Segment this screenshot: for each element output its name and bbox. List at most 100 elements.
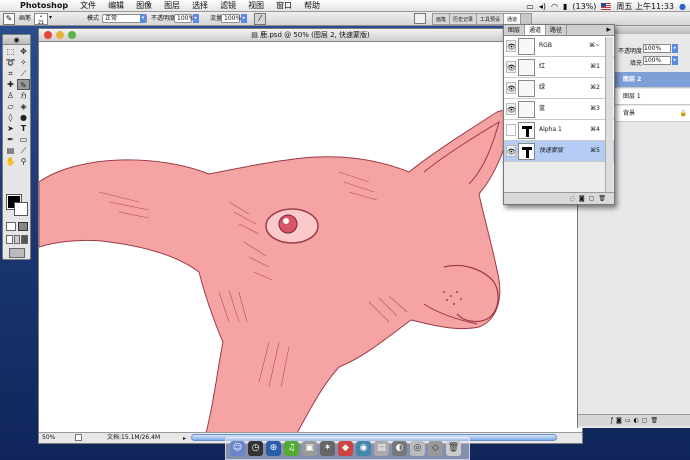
mode-select[interactable]: 正常 ▾	[102, 14, 147, 23]
opacity-slider-arrow-icon[interactable]: ▸	[193, 14, 199, 23]
zoom-icon[interactable]: ⚲	[17, 156, 30, 167]
apple-menu-icon[interactable]	[0, 0, 16, 12]
well-tab-history[interactable]: 历史记录	[450, 14, 478, 24]
magic-wand-icon[interactable]: ✧	[17, 57, 30, 68]
menu-help[interactable]: 帮助	[298, 0, 326, 12]
menu-image[interactable]: 图像	[130, 0, 158, 12]
marquee-icon[interactable]: ⬚	[4, 46, 17, 57]
channel-row-red[interactable]: 👁 红 ⌘1	[504, 57, 614, 78]
channel-row-green[interactable]: 👁 绿 ⌘2	[504, 78, 614, 99]
eye-icon[interactable]: 👁	[506, 40, 516, 52]
minimize-button[interactable]	[56, 31, 64, 39]
channels-scrollbar[interactable]	[605, 37, 613, 192]
app-icon[interactable]: ◐	[392, 441, 407, 456]
menu-view[interactable]: 视图	[242, 0, 270, 12]
well-tab-channels[interactable]: 通道	[504, 14, 522, 24]
screen-mode-icon[interactable]	[6, 235, 29, 244]
brush-picker-arrow-icon[interactable]: ▾	[49, 14, 52, 21]
channel-row-blue[interactable]: 👁 蓝 ⌘3	[504, 99, 614, 120]
clock-icon[interactable]: ◷	[248, 441, 263, 456]
hand-icon[interactable]: ✋	[4, 156, 17, 167]
eye-icon[interactable]: 👁	[506, 145, 516, 157]
pen-icon[interactable]: ✒	[4, 134, 17, 145]
finder-icon[interactable]: ☺	[230, 441, 245, 456]
delete-channel-icon[interactable]: 🗑	[598, 195, 606, 202]
tab-channels[interactable]: 通道	[525, 25, 547, 35]
menu-edit[interactable]: 编辑	[102, 0, 130, 12]
eye-icon[interactable]: 👁	[506, 103, 516, 115]
app-icon[interactable]: ▤	[374, 441, 389, 456]
shape-icon[interactable]: ▭	[17, 134, 30, 145]
tab-layers[interactable]: 图层	[504, 25, 526, 35]
stamp-icon[interactable]: ♙	[4, 90, 17, 101]
airbrush-icon[interactable]: ⁄	[254, 13, 266, 25]
healing-icon[interactable]: ✚	[4, 79, 17, 90]
layer-mask-icon[interactable]: ◙	[616, 417, 622, 424]
brush-preset-picker[interactable]: • 21	[34, 13, 48, 26]
bucket-icon[interactable]: ◈	[17, 101, 30, 112]
jump-to-imageready-icon[interactable]	[9, 248, 25, 258]
well-tab-brushes[interactable]: 画笔	[433, 14, 451, 24]
blur-icon[interactable]: ◊	[4, 112, 17, 123]
path-select-icon[interactable]: ➤	[4, 123, 17, 134]
clock[interactable]: 周五 上午11:33	[616, 1, 674, 12]
opacity-input[interactable]: 100%	[174, 14, 194, 23]
layer-fill-arrow-icon[interactable]: ▸	[672, 56, 678, 65]
tab-paths[interactable]: 路径	[546, 25, 568, 35]
eye-hidden-icon[interactable]	[506, 124, 516, 136]
flow-input[interactable]: 100%	[221, 14, 241, 23]
image-canvas[interactable]	[39, 42, 582, 433]
iphoto-icon[interactable]: ▣	[302, 441, 317, 456]
eyedropper-icon[interactable]: ⟋	[17, 145, 30, 156]
app-icon[interactable]: ◉	[356, 441, 371, 456]
history-brush-icon[interactable]: ℌ	[17, 90, 30, 101]
volume-icon[interactable]: ◂)	[539, 2, 546, 11]
delete-layer-icon[interactable]: 🗑	[650, 417, 658, 424]
file-browser-icon[interactable]	[414, 13, 426, 24]
close-button[interactable]	[44, 31, 52, 39]
move-icon[interactable]: ✥	[17, 46, 30, 57]
zoom-button[interactable]	[68, 31, 76, 39]
layer-opacity-input[interactable]: 100%	[643, 44, 671, 53]
brush-icon[interactable]: ✎	[17, 79, 30, 90]
channel-row-rgb[interactable]: 👁 RGB ⌘~	[504, 36, 614, 57]
trash-icon[interactable]: 🗑	[446, 441, 461, 456]
spotlight-icon[interactable]: ●	[679, 2, 686, 11]
standard-mode-icon[interactable]	[6, 222, 16, 231]
save-selection-icon[interactable]: ◙	[579, 195, 585, 202]
document-titlebar[interactable]: ▤ 鹿.psd @ 50% (图层 2, 快速蒙版)	[39, 29, 582, 42]
crop-icon[interactable]: ⌗	[4, 68, 17, 79]
flag-icon[interactable]	[601, 2, 612, 10]
toolbox-header[interactable]: ◉	[3, 35, 30, 45]
app-icon[interactable]: ◇	[428, 441, 443, 456]
channel-row-quick-mask[interactable]: 👁 快速蒙版 ⌘5	[504, 141, 614, 162]
menu-filter[interactable]: 滤镜	[214, 0, 242, 12]
wifi-icon[interactable]: ◠	[551, 2, 558, 11]
zoom-level[interactable]: 50%	[42, 433, 55, 443]
menu-select[interactable]: 选择	[186, 0, 214, 12]
layer-fill-input[interactable]: 100%	[643, 56, 671, 65]
layer-set-icon[interactable]: ▭	[625, 417, 631, 424]
flow-slider-arrow-icon[interactable]: ▸	[241, 14, 247, 23]
palette-menu-icon[interactable]: ▸	[606, 25, 614, 35]
channel-row-alpha[interactable]: Alpha 1 ⌘4	[504, 120, 614, 141]
menu-window[interactable]: 窗口	[270, 0, 298, 12]
menu-layer[interactable]: 图层	[158, 0, 186, 12]
safari-icon[interactable]: ⊕	[266, 441, 281, 456]
load-selection-icon[interactable]: ◌	[570, 195, 575, 202]
menu-file[interactable]: 文件	[74, 0, 102, 12]
status-menu-icon[interactable]	[75, 434, 82, 441]
eraser-icon[interactable]: ▱	[4, 101, 17, 112]
app-icon[interactable]: ◎	[410, 441, 425, 456]
new-layer-icon[interactable]: ▢	[642, 417, 648, 424]
type-icon[interactable]: T	[17, 123, 30, 134]
battery-icon[interactable]: ▮	[563, 2, 567, 11]
brush-tool-icon[interactable]: ✎	[3, 13, 15, 25]
slice-icon[interactable]: ⟋	[17, 68, 30, 79]
background-color-swatch[interactable]	[14, 202, 28, 216]
eye-icon[interactable]: 👁	[506, 82, 516, 94]
layer-style-icon[interactable]: ƒ	[611, 417, 613, 424]
well-tab-presets[interactable]: 工具预设	[477, 14, 505, 24]
itunes-icon[interactable]: ♫	[284, 441, 299, 456]
quick-mask-mode-icon[interactable]	[18, 222, 28, 231]
